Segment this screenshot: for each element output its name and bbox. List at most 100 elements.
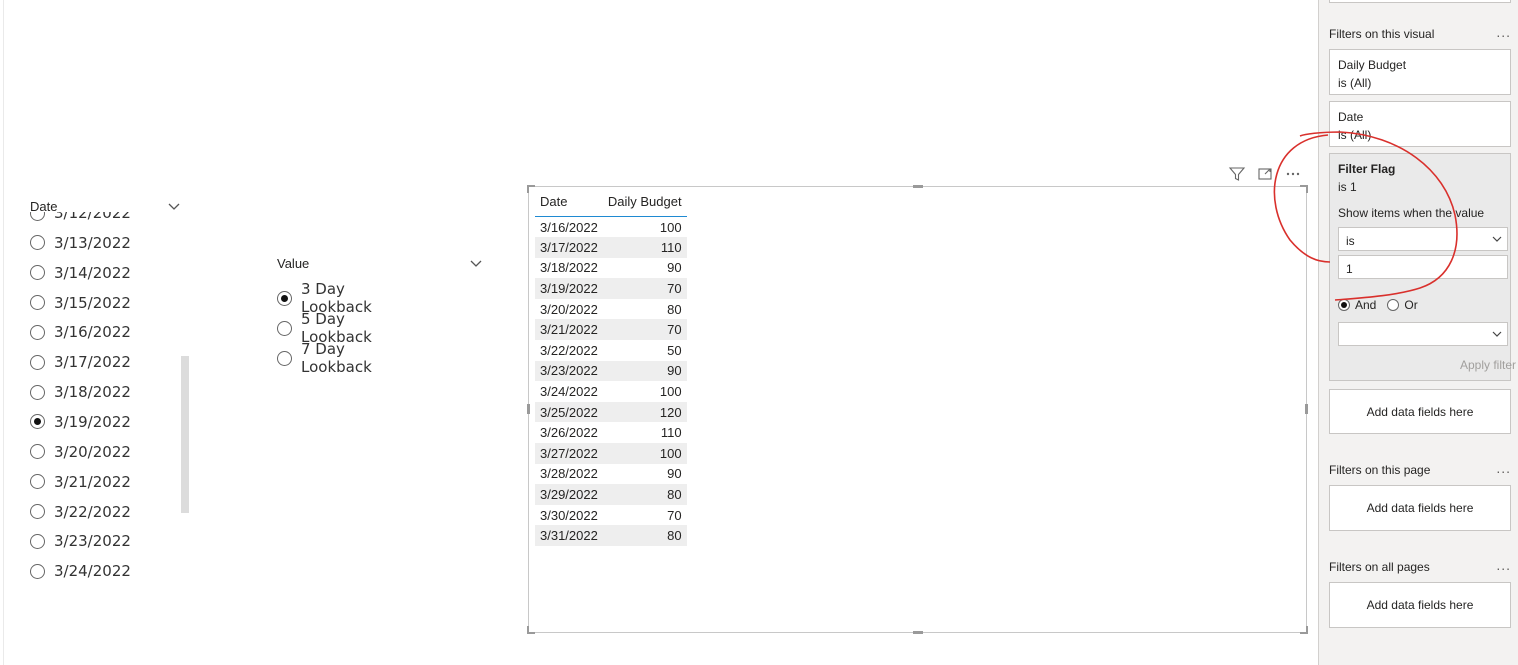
radio-button[interactable]: [30, 414, 45, 430]
table-row[interactable]: 3/30/2022 70: [535, 505, 687, 526]
chevron-down-icon: [1491, 328, 1503, 340]
radio-button[interactable]: [277, 290, 292, 306]
radio-button[interactable]: [30, 324, 45, 340]
operator-dropdown[interactable]: is: [1338, 227, 1508, 251]
date-slicer-item[interactable]: 3/13/2022: [30, 234, 131, 252]
cell-date: 3/28/2022: [540, 466, 598, 482]
add-data-fields-visual[interactable]: Add data fields here: [1329, 389, 1511, 434]
table-row[interactable]: 3/22/2022 50: [535, 340, 687, 361]
resize-corner[interactable]: [1300, 626, 1308, 634]
date-slicer-item[interactable]: 3/19/2022: [30, 413, 131, 431]
column-header-date[interactable]: Date: [535, 191, 603, 217]
chevron-down-icon[interactable]: [167, 199, 181, 213]
table-row[interactable]: 3/17/2022 110: [535, 237, 687, 258]
date-slicer-item[interactable]: 3/16/2022: [30, 323, 131, 341]
radio-button[interactable]: [30, 235, 45, 251]
table-row[interactable]: 3/28/2022 90: [535, 464, 687, 485]
cell-date: 3/17/2022: [535, 237, 603, 258]
radio-button[interactable]: [30, 265, 45, 281]
filter-card-daily-budget[interactable]: Daily Budget is (All): [1329, 49, 1511, 95]
table-visual[interactable]: Date Daily Budget 3/16/2022 100 3/17/2022 1…: [527, 185, 1308, 634]
cell-daily-budget: 120: [602, 401, 687, 423]
and-radio[interactable]: [1338, 299, 1350, 311]
radio-button[interactable]: [277, 320, 292, 336]
focus-mode-icon[interactable]: [1256, 165, 1274, 183]
radio-button[interactable]: [30, 212, 45, 221]
cell-date: 3/26/2022: [540, 425, 598, 441]
date-slicer-item[interactable]: 3/15/2022: [30, 294, 131, 312]
resize-corner[interactable]: [527, 185, 535, 193]
more-options-icon[interactable]: ...: [1496, 24, 1511, 40]
resize-handle-right[interactable]: [1305, 404, 1308, 414]
table-row[interactable]: 3/24/2022 100: [535, 381, 687, 402]
filter-card-field: Filter Flag: [1338, 162, 1396, 176]
cell-date: 3/16/2022: [540, 219, 598, 235]
table-row[interactable]: 3/21/2022 70: [535, 319, 687, 341]
resize-handle-left[interactable]: [527, 404, 530, 414]
date-slicer-item[interactable]: 3/22/2022: [30, 503, 131, 521]
cell-daily-budget: 70: [602, 319, 687, 341]
resize-corner[interactable]: [1300, 185, 1308, 193]
date-slicer-item[interactable]: 3/23/2022: [30, 532, 131, 550]
chevron-down-icon[interactable]: [469, 256, 483, 270]
radio-button[interactable]: [277, 350, 292, 366]
more-options-icon[interactable]: [1284, 165, 1302, 183]
cell-daily-budget: 80: [602, 525, 687, 546]
add-data-fields-page[interactable]: Add data fields here: [1329, 485, 1511, 531]
radio-button[interactable]: [30, 474, 45, 490]
filter-icon[interactable]: [1228, 165, 1246, 183]
cell-date: 3/20/2022: [540, 301, 598, 317]
cell-daily-budget: 70: [667, 507, 682, 523]
radio-button[interactable]: [30, 563, 45, 579]
filter-card-filter-flag[interactable]: Filter Flag is 1 Show items when the val…: [1329, 153, 1516, 381]
cell-daily-budget: 80: [667, 301, 682, 317]
date-slicer-item-label: 3/22/2022: [54, 502, 131, 521]
date-slicer-item[interactable]: 3/24/2022: [30, 562, 131, 580]
resize-handle-top[interactable]: [913, 185, 923, 188]
more-options-icon[interactable]: ...: [1496, 557, 1511, 573]
date-slicer-item[interactable]: 3/17/2022: [30, 353, 131, 371]
column-header-daily-budget[interactable]: Daily Budget: [602, 191, 687, 217]
date-slicer-item-label: 3/14/2022: [54, 263, 131, 282]
more-options-icon[interactable]: ...: [1496, 460, 1511, 476]
second-operator-dropdown[interactable]: [1338, 322, 1508, 346]
date-slicer-item[interactable]: 3/21/2022: [30, 473, 131, 491]
date-slicer-scrollbar[interactable]: [181, 356, 189, 513]
cell-daily-budget: 70: [602, 278, 687, 299]
radio-button[interactable]: [30, 295, 45, 311]
date-slicer-item-label: 3/20/2022: [54, 442, 131, 461]
cell-date: 3/23/2022: [535, 360, 603, 382]
radio-button[interactable]: [30, 504, 45, 519]
table-row[interactable]: 3/20/2022 80: [535, 299, 687, 320]
radio-button[interactable]: [30, 444, 45, 460]
table-row[interactable]: 3/27/2022 100: [535, 443, 687, 464]
filter-card-condition: is (All): [1338, 76, 1372, 90]
radio-button[interactable]: [30, 533, 45, 549]
table-row[interactable]: 3/19/2022 70: [535, 278, 687, 299]
date-slicer-item[interactable]: 3/20/2022: [30, 443, 131, 461]
date-slicer-item[interactable]: 3/18/2022: [30, 383, 131, 401]
table-row[interactable]: 3/29/2022 80: [535, 484, 687, 505]
filter-card-date[interactable]: Date is (All): [1329, 101, 1511, 147]
value-slicer-item[interactable]: 7 Day Lookback: [277, 340, 372, 376]
search-box[interactable]: [1329, 0, 1511, 3]
table-row[interactable]: 3/23/2022 90: [535, 360, 687, 382]
chevron-down-icon: [1491, 233, 1503, 245]
resize-corner[interactable]: [527, 626, 535, 634]
table-row[interactable]: 3/18/2022 90: [535, 258, 687, 279]
table-row[interactable]: 3/26/2022 110: [535, 422, 687, 443]
table-row[interactable]: 3/16/2022 100: [535, 217, 687, 238]
add-data-fields-all-pages[interactable]: Add data fields here: [1329, 582, 1511, 628]
and-label: And: [1355, 298, 1377, 312]
table-row[interactable]: 3/25/2022 120: [535, 401, 687, 423]
or-radio[interactable]: [1387, 299, 1400, 311]
table-row[interactable]: 3/31/2022 80: [535, 525, 687, 546]
radio-button[interactable]: [30, 384, 45, 400]
apply-filter-button[interactable]: Apply filter: [1460, 356, 1516, 374]
value-input[interactable]: 1: [1338, 255, 1508, 279]
radio-button[interactable]: [30, 354, 45, 370]
resize-handle-bottom[interactable]: [913, 631, 923, 634]
date-slicer-item[interactable]: 3/12/2022: [30, 212, 131, 222]
date-slicer-item[interactable]: 3/14/2022: [30, 264, 131, 282]
date-slicer-item-label: 3/17/2022: [54, 353, 131, 372]
